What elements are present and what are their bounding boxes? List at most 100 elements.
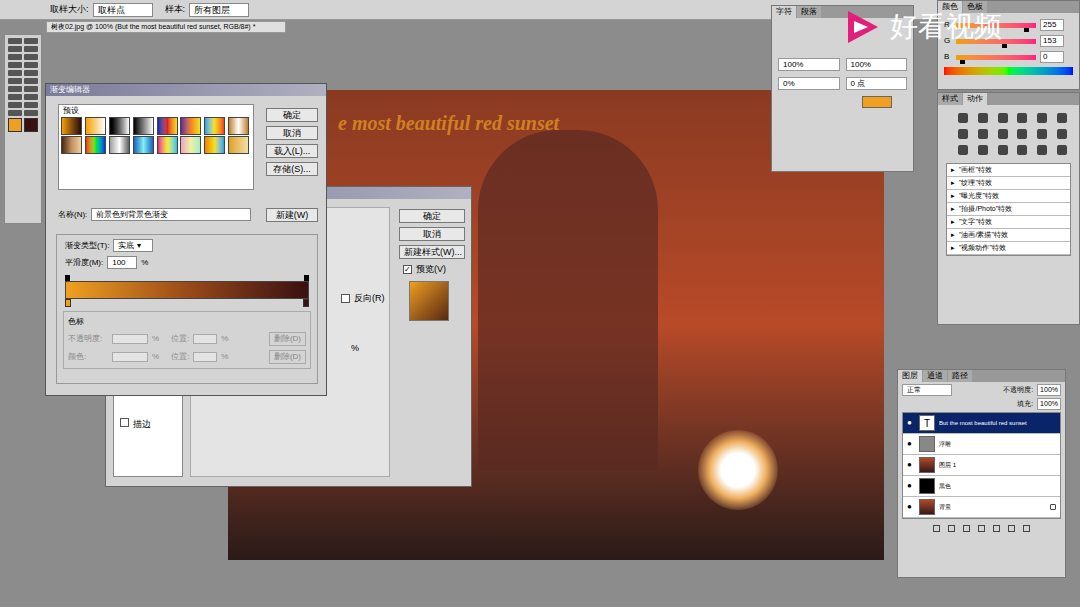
smooth-field[interactable]: 100 (107, 256, 137, 269)
style-icon[interactable] (1057, 129, 1067, 139)
background-color-icon[interactable] (24, 118, 38, 132)
action-set[interactable]: ▸"拍摄/Photo"特效 (947, 203, 1070, 216)
preset-swatch[interactable] (133, 117, 154, 135)
layer-row[interactable]: ●TBut the most beautiful red sunset (903, 413, 1060, 434)
panel-tab[interactable]: 字符 (772, 6, 796, 18)
dialog-button[interactable]: 存储(S)... (266, 162, 318, 176)
tool-icon[interactable] (24, 46, 38, 52)
gradient-bar[interactable] (65, 281, 309, 299)
option-field[interactable]: 取样大小:取样点 (50, 3, 153, 17)
dialog-button[interactable]: 取消 (399, 227, 465, 241)
style-icon[interactable] (998, 129, 1008, 139)
preset-swatch[interactable] (204, 117, 225, 135)
eye-icon[interactable]: ● (907, 417, 915, 429)
layer-tool-icon[interactable] (993, 525, 1000, 532)
checkbox[interactable] (341, 294, 350, 303)
action-set[interactable]: ▸"油画/素描"特效 (947, 229, 1070, 242)
fill-field[interactable]: 100% (1037, 398, 1061, 410)
panel-tab[interactable]: 路径 (948, 370, 972, 382)
name-field[interactable]: 前景色到背景色渐变 (91, 208, 251, 221)
tool-icon[interactable] (24, 38, 38, 44)
preset-swatch[interactable] (228, 117, 249, 135)
style-icon[interactable] (1057, 145, 1067, 155)
tool-icon[interactable] (8, 94, 22, 100)
style-icon[interactable] (958, 113, 968, 123)
preset-swatch[interactable] (133, 136, 154, 154)
preset-swatch[interactable] (61, 117, 82, 135)
style-icon[interactable] (1057, 113, 1067, 123)
layer-tool-icon[interactable] (1008, 525, 1015, 532)
tool-icon[interactable] (8, 86, 22, 92)
tool-icon[interactable] (24, 86, 38, 92)
tool-icon[interactable] (8, 38, 22, 44)
panel-tab[interactable]: 样式 (938, 93, 962, 105)
tool-icon[interactable] (8, 102, 22, 108)
style-icon[interactable] (958, 129, 968, 139)
action-set[interactable]: ▸"纹理"特效 (947, 177, 1070, 190)
tool-icon[interactable] (24, 54, 38, 60)
preset-swatch[interactable] (109, 117, 130, 135)
style-icon[interactable] (958, 145, 968, 155)
tool-icon[interactable] (8, 54, 22, 60)
style-icon[interactable] (978, 113, 988, 123)
character-field[interactable]: 100% (778, 58, 840, 71)
tool-icon[interactable] (8, 62, 22, 68)
layer-row[interactable]: ●浮雕 (903, 434, 1060, 455)
panel-tab[interactable]: 通道 (923, 370, 947, 382)
layer-tool-icon[interactable] (933, 525, 940, 532)
style-icon[interactable] (978, 129, 988, 139)
character-field[interactable]: 0% (778, 77, 840, 90)
preset-swatch[interactable] (228, 136, 249, 154)
eye-icon[interactable]: ● (907, 438, 915, 450)
layer-row[interactable]: ●黑色 (903, 476, 1060, 497)
tool-icon[interactable] (8, 78, 22, 84)
layer-tool-icon[interactable] (963, 525, 970, 532)
layer-row[interactable]: ●图层 1 (903, 455, 1060, 476)
style-icon[interactable] (998, 145, 1008, 155)
dialog-button[interactable]: 确定 (399, 209, 465, 223)
opacity-field[interactable]: 100% (1037, 384, 1061, 396)
character-field[interactable]: 0 点 (846, 77, 908, 90)
dialog-button[interactable]: 确定 (266, 108, 318, 122)
tool-icon[interactable] (24, 62, 38, 68)
eye-icon[interactable]: ● (907, 501, 915, 513)
dialog-button[interactable]: 载入(L)... (266, 144, 318, 158)
dialog-button[interactable]: 取消 (266, 126, 318, 140)
style-icon[interactable] (1017, 145, 1027, 155)
layer-tool-icon[interactable] (978, 525, 985, 532)
preset-swatch[interactable] (180, 117, 201, 135)
panel-tab[interactable]: 段落 (797, 6, 821, 18)
style-icon[interactable] (1017, 129, 1027, 139)
layer-tool-icon[interactable] (1023, 525, 1030, 532)
action-set[interactable]: ▸"视频动作"特效 (947, 242, 1070, 255)
checkbox[interactable] (120, 418, 129, 427)
tool-icon[interactable] (24, 102, 38, 108)
style-icon[interactable] (1037, 145, 1047, 155)
dialog-button[interactable]: 新建(W) (266, 208, 318, 222)
tool-icon[interactable] (8, 110, 22, 116)
preset-swatch[interactable] (85, 136, 106, 154)
tool-icon[interactable] (8, 70, 22, 76)
eye-icon[interactable]: ● (907, 459, 915, 471)
color-slider[interactable]: B0 (944, 51, 1073, 63)
tool-icon[interactable] (24, 94, 38, 100)
layer-row[interactable]: ●背景 (903, 497, 1060, 518)
panel-tab[interactable]: 图层 (898, 370, 922, 382)
action-set[interactable]: ▸"文字"特效 (947, 216, 1070, 229)
style-icon[interactable] (1037, 113, 1047, 123)
dialog-button[interactable]: 新建样式(W)... (399, 245, 465, 259)
preset-swatch[interactable] (157, 136, 178, 154)
style-icon[interactable] (978, 145, 988, 155)
preset-swatch[interactable] (61, 136, 82, 154)
character-field[interactable]: 100% (846, 58, 908, 71)
action-set[interactable]: ▸"画框"特效 (947, 164, 1070, 177)
eye-icon[interactable]: ● (907, 480, 915, 492)
blend-mode-select[interactable]: 正常 (902, 384, 952, 396)
action-set[interactable]: ▸"曝光度"特效 (947, 190, 1070, 203)
panel-tab[interactable]: 动作 (963, 93, 987, 105)
foreground-color-icon[interactable] (8, 118, 22, 132)
text-color-swatch[interactable] (862, 96, 892, 108)
style-icon[interactable] (998, 113, 1008, 123)
tool-icon[interactable] (24, 70, 38, 76)
preset-swatch[interactable] (204, 136, 225, 154)
